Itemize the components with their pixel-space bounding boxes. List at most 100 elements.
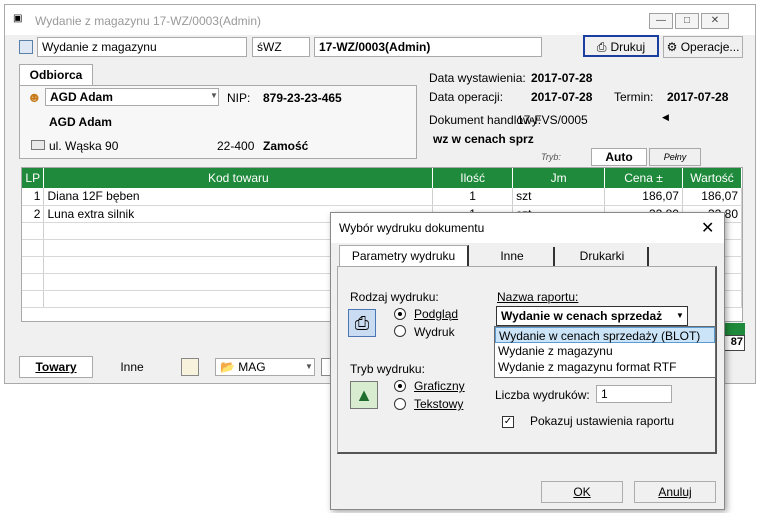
tree-icon: ▲ <box>350 381 378 409</box>
show-settings-checkbox[interactable]: ✓ <box>502 416 514 428</box>
warehouse-value: MAG <box>238 360 266 374</box>
table-cell <box>22 290 45 308</box>
cancel-button[interactable]: Anuluj <box>634 481 716 503</box>
report-name-label: Nazwa raportu: <box>497 290 579 304</box>
show-settings-label[interactable]: Pokazuj ustawienia raportu <box>530 414 674 428</box>
table-cell: 1 <box>22 188 45 206</box>
table-cell <box>22 256 45 274</box>
op-date-label: Data operacji: <box>429 90 504 104</box>
copies-input[interactable]: 1 <box>596 385 672 403</box>
tab-mode-full[interactable]: Pełny <box>649 148 701 166</box>
address-icon <box>31 140 45 150</box>
tab-mode-auto[interactable]: Auto <box>591 148 647 166</box>
operations-button[interactable]: ⚙ Operacje... <box>663 36 743 58</box>
print-kind-label: Rodzaj wydruku: <box>350 290 439 304</box>
number-field[interactable]: 17-WZ/0003(Admin) <box>314 37 542 57</box>
tab-other[interactable]: Inne <box>471 247 555 267</box>
person-icon: ☻ <box>27 89 42 105</box>
grid-column-header[interactable]: Wartość <box>682 168 743 188</box>
copies-label: Liczba wydruków: <box>495 388 590 402</box>
print-radio[interactable] <box>394 325 406 337</box>
recipient-name-field[interactable]: AGD Adam <box>45 88 219 106</box>
table-cell: 1 <box>432 188 514 206</box>
recipient-name2: AGD Adam <box>49 115 112 129</box>
tab-goods-label: Towary <box>35 360 77 374</box>
report-option[interactable]: Wydanie w cenach sprzedaży (BLOT) <box>495 327 715 343</box>
grid-column-header[interactable]: Jm <box>512 168 606 188</box>
postal-code: 22-400 <box>217 139 255 153</box>
grid-column-header[interactable]: Cena ± <box>604 168 683 188</box>
document-icon <box>19 40 33 54</box>
print-dialog: Wybór wydruku dokumentu ✕ Parametry wydr… <box>330 212 725 510</box>
gear-icon: ⚙ <box>666 40 678 54</box>
report-option[interactable]: Wydanie z magazynu format RTF <box>495 359 715 375</box>
table-row[interactable]: 1 Diana 12F bęben 1 szt 186,07 186,07 <box>22 188 743 206</box>
grid-column-header[interactable]: LP <box>22 168 45 188</box>
tab-goods[interactable]: Towary <box>19 356 93 378</box>
chevron-left-icon[interactable]: ◀ <box>662 112 669 123</box>
nip-label: NIP: <box>227 91 251 105</box>
tab-print-params-label: Parametry wydruku <box>351 249 456 263</box>
street: ul. Wąska 90 <box>49 139 119 153</box>
text-label[interactable]: Tekstowy <box>414 397 463 411</box>
total-value: 87 <box>723 335 745 351</box>
tab-print-params[interactable]: Parametry wydruku <box>339 245 469 267</box>
ok-label: OK <box>573 485 591 499</box>
dialog-tabs: Parametry wydruku Inne Drukarki <box>339 245 719 267</box>
title-bar: ▣ Wydanie z magazynu 17-WZ/0003(Admin) —… <box>5 5 755 35</box>
grid-column-header[interactable]: Kod towaru <box>43 168 434 188</box>
report-option[interactable]: Wydanie z magazynu <box>495 343 715 359</box>
cancel-label: Anuluj <box>658 485 692 499</box>
total-header <box>723 323 745 335</box>
graphic-label[interactable]: Graficzny <box>414 379 465 393</box>
ok-button[interactable]: OK <box>541 481 623 503</box>
table-cell: szt <box>512 188 606 206</box>
grid-header: LP Kod towaru Ilość Jm Cena ± Wartość <box>22 168 743 188</box>
term-date[interactable]: 2017-07-28 <box>667 90 728 104</box>
graphic-radio[interactable] <box>394 380 406 392</box>
chevron-down-icon[interactable]: ▼ <box>305 362 313 371</box>
maximize-button[interactable]: □ <box>675 13 699 29</box>
printer-icon: ⎙ <box>596 40 607 54</box>
chevron-down-icon[interactable]: ▼ <box>210 91 218 100</box>
table-cell: Diana 12F bęben <box>43 188 434 206</box>
print-button-label: Drukuj <box>610 40 646 54</box>
print-mode-label: Tryb wydruku: <box>350 362 425 376</box>
prices-mode: wz w cenach sprz <box>433 132 534 146</box>
dialog-title: Wybór wydruku dokumentu <box>339 221 485 235</box>
chevron-down-icon[interactable]: ▼ <box>676 311 684 320</box>
dialog-close-icon[interactable]: ✕ <box>701 218 714 238</box>
folder-icon: 📂 <box>220 360 235 374</box>
city: Zamość <box>263 139 309 153</box>
table-cell <box>22 273 45 291</box>
print-button[interactable]: ⎙ Drukuj <box>583 35 659 57</box>
trade-doc[interactable]: 17-FVS/0005 <box>517 113 588 127</box>
printer-icon: ⎙ <box>348 309 376 337</box>
close-button[interactable]: ✕ <box>701 13 729 29</box>
series-field[interactable]: śWZ <box>252 37 310 57</box>
warehouse-select[interactable]: 📂 MAG <box>215 358 315 376</box>
grid-column-header[interactable]: Ilość <box>432 168 514 188</box>
tab-other[interactable]: Inne <box>95 356 169 378</box>
doc-type-field[interactable]: Wydanie z magazynu <box>37 37 247 57</box>
table-cell: 186,07 <box>682 188 743 206</box>
notes-icon[interactable] <box>181 358 199 376</box>
tab-recipient[interactable]: Odbiorca <box>19 64 93 86</box>
table-cell: 186,07 <box>604 188 683 206</box>
minimize-button[interactable]: — <box>649 13 673 29</box>
table-cell: 2 <box>22 205 45 223</box>
table-cell <box>22 222 45 240</box>
report-dropdown-list: Wydanie w cenach sprzedaży (BLOT) Wydanie… <box>494 326 716 378</box>
table-cell <box>22 239 45 257</box>
issue-date[interactable]: 2017-07-28 <box>531 71 592 85</box>
print-label[interactable]: Wydruk <box>414 325 455 339</box>
term-label: Termin: <box>614 90 654 104</box>
preview-label[interactable]: Podgląd <box>414 307 458 321</box>
text-radio[interactable] <box>394 398 406 410</box>
preview-radio[interactable] <box>394 308 406 320</box>
issue-date-label: Data wystawienia: <box>429 71 526 85</box>
op-date[interactable]: 2017-07-28 <box>531 90 592 104</box>
window-title: Wydanie z magazynu 17-WZ/0003(Admin) <box>35 14 261 28</box>
report-select[interactable]: Wydanie w cenach sprzedaż <box>496 306 688 326</box>
tab-printers[interactable]: Drukarki <box>557 247 649 267</box>
